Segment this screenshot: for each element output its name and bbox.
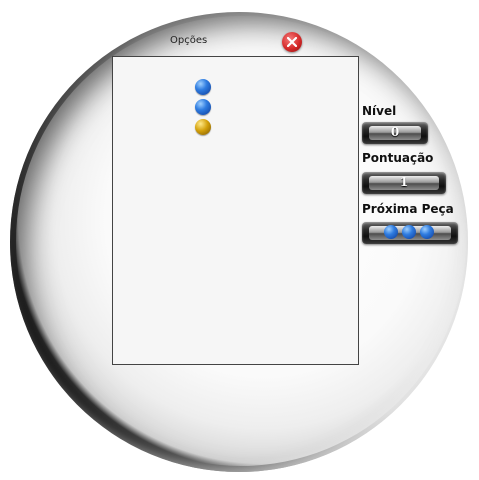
piece-ball xyxy=(195,119,211,135)
level-value: 0 xyxy=(390,125,400,139)
close-icon xyxy=(287,37,297,47)
level-label: Nível xyxy=(362,104,397,118)
piece-ball xyxy=(195,99,211,115)
next-piece-label: Próxima Peça xyxy=(362,202,454,216)
score-value: 1 xyxy=(399,175,409,189)
next-piece-ball xyxy=(420,225,434,239)
score-label: Pontuação xyxy=(362,151,434,165)
score-display: 1 xyxy=(362,172,446,194)
piece-ball xyxy=(195,79,211,95)
next-piece-ball xyxy=(402,225,416,239)
next-piece-display xyxy=(362,222,458,244)
level-display: 0 xyxy=(362,122,428,144)
game-board[interactable] xyxy=(112,56,359,365)
options-link[interactable]: Opções xyxy=(170,35,207,46)
next-piece-ball xyxy=(384,225,398,239)
close-button[interactable] xyxy=(282,32,302,52)
